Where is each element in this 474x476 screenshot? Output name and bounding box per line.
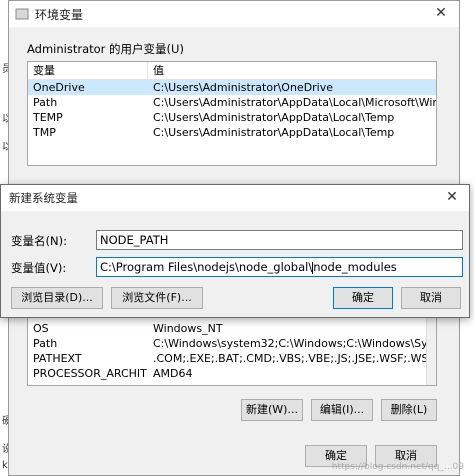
close-icon[interactable]: ✕ (429, 3, 453, 23)
table-row[interactable]: PATHEXT .COM;.EXE;.BAT;.CMD;.VBS;.VBE;.J… (28, 351, 436, 366)
table-row[interactable]: OneDrive C:\Users\Administrator\OneDrive (28, 80, 436, 95)
cell-name: OS (33, 322, 49, 335)
cell-name: Path (33, 96, 58, 109)
dialog-title: 新建系统变量 (9, 191, 78, 205)
user-variables-table[interactable]: 变量 值 OneDrive C:\Users\Administrator\One… (27, 61, 437, 166)
title-bar[interactable]: 新建系统变量 (1, 185, 469, 211)
cell-value: AMD64 (153, 367, 193, 380)
cell-name: PROCESSOR_ARCHITECT... (33, 367, 148, 380)
table-row[interactable]: TEMP C:\Users\Administrator\AppData\Loca… (28, 110, 436, 125)
user-variables-label: Administrator 的用户变量(U) (27, 42, 184, 56)
delete-variable-button[interactable]: 删除(L) (381, 399, 437, 421)
variable-name-input[interactable]: NODE_PATH (96, 230, 463, 250)
cell-value: C:\Users\Administrator\AppData\Local\Tem… (153, 126, 395, 139)
cell-name: Path (33, 337, 58, 350)
cell-value: C:\Windows\system32;C:\Windows;C:\Window… (153, 337, 436, 350)
browse-directory-button[interactable]: 浏览目录(D)... (11, 287, 103, 309)
value-text-after-caret: node_modules (313, 260, 397, 274)
cell-value: C:\Users\Administrator\AppData\Local\Mic… (153, 96, 436, 109)
browse-file-button[interactable]: 浏览文件(F)... (111, 287, 203, 309)
table-row[interactable]: OS Windows_NT (28, 321, 436, 336)
system-variables-table[interactable]: OS Windows_NT Path C:\Windows\system32;C… (27, 306, 437, 386)
column-header-value[interactable]: 值 (148, 62, 436, 79)
cell-value: C:\Users\Administrator\AppData\Local\Tem… (153, 111, 395, 124)
table-row[interactable]: Path C:\Windows\system32;C:\Windows;C:\W… (28, 336, 436, 351)
watermark: https://blog.csdn.net/qq_...09 (331, 462, 464, 472)
variable-value-label: 变量值(V): (11, 261, 67, 275)
table-row[interactable]: TMP C:\Users\Administrator\AppData\Local… (28, 125, 436, 140)
new-system-variable-dialog: 新建系统变量 ✕ 变量名(N): NODE_PATH 变量值(V): C:\Pr… (0, 184, 470, 318)
title-bar[interactable]: 环境变量 (9, 1, 459, 27)
variable-value-input[interactable]: C:\Program Files\nodejs\node_global\node… (96, 257, 463, 277)
cell-name: PATHEXT (33, 352, 82, 365)
edit-variable-button[interactable]: 编辑(I)... (311, 399, 373, 421)
cancel-button[interactable]: 取消 (401, 287, 461, 309)
vertical-scrollbar[interactable] (426, 307, 436, 385)
table-header: 变量 值 (28, 62, 436, 80)
window-icon (15, 8, 29, 20)
cell-value: .COM;.EXE;.BAT;.CMD;.VBS;.VBE;.JS;.JSE;.… (153, 352, 436, 365)
cell-name: TMP (33, 126, 56, 139)
cell-name: OneDrive (33, 81, 85, 94)
cell-name: TEMP (33, 111, 63, 124)
table-row[interactable]: PROCESSOR_ARCHITECT... AMD64 (28, 366, 436, 381)
cell-value: C:\Users\Administrator\OneDrive (153, 81, 334, 94)
dialog-title: 环境变量 (35, 7, 84, 22)
cell-value: Windows_NT (153, 322, 223, 335)
value-text-before-caret: C:\Program Files\nodejs\node_global\ (100, 260, 313, 274)
column-header-variable[interactable]: 变量 (28, 62, 148, 79)
ok-button[interactable]: 确定 (333, 287, 393, 309)
new-variable-button[interactable]: 新建(W)... (241, 399, 303, 421)
variable-name-label: 变量名(N): (11, 234, 67, 248)
close-icon[interactable]: ✕ (441, 187, 463, 207)
table-row[interactable]: Path C:\Users\Administrator\AppData\Loca… (28, 95, 436, 110)
